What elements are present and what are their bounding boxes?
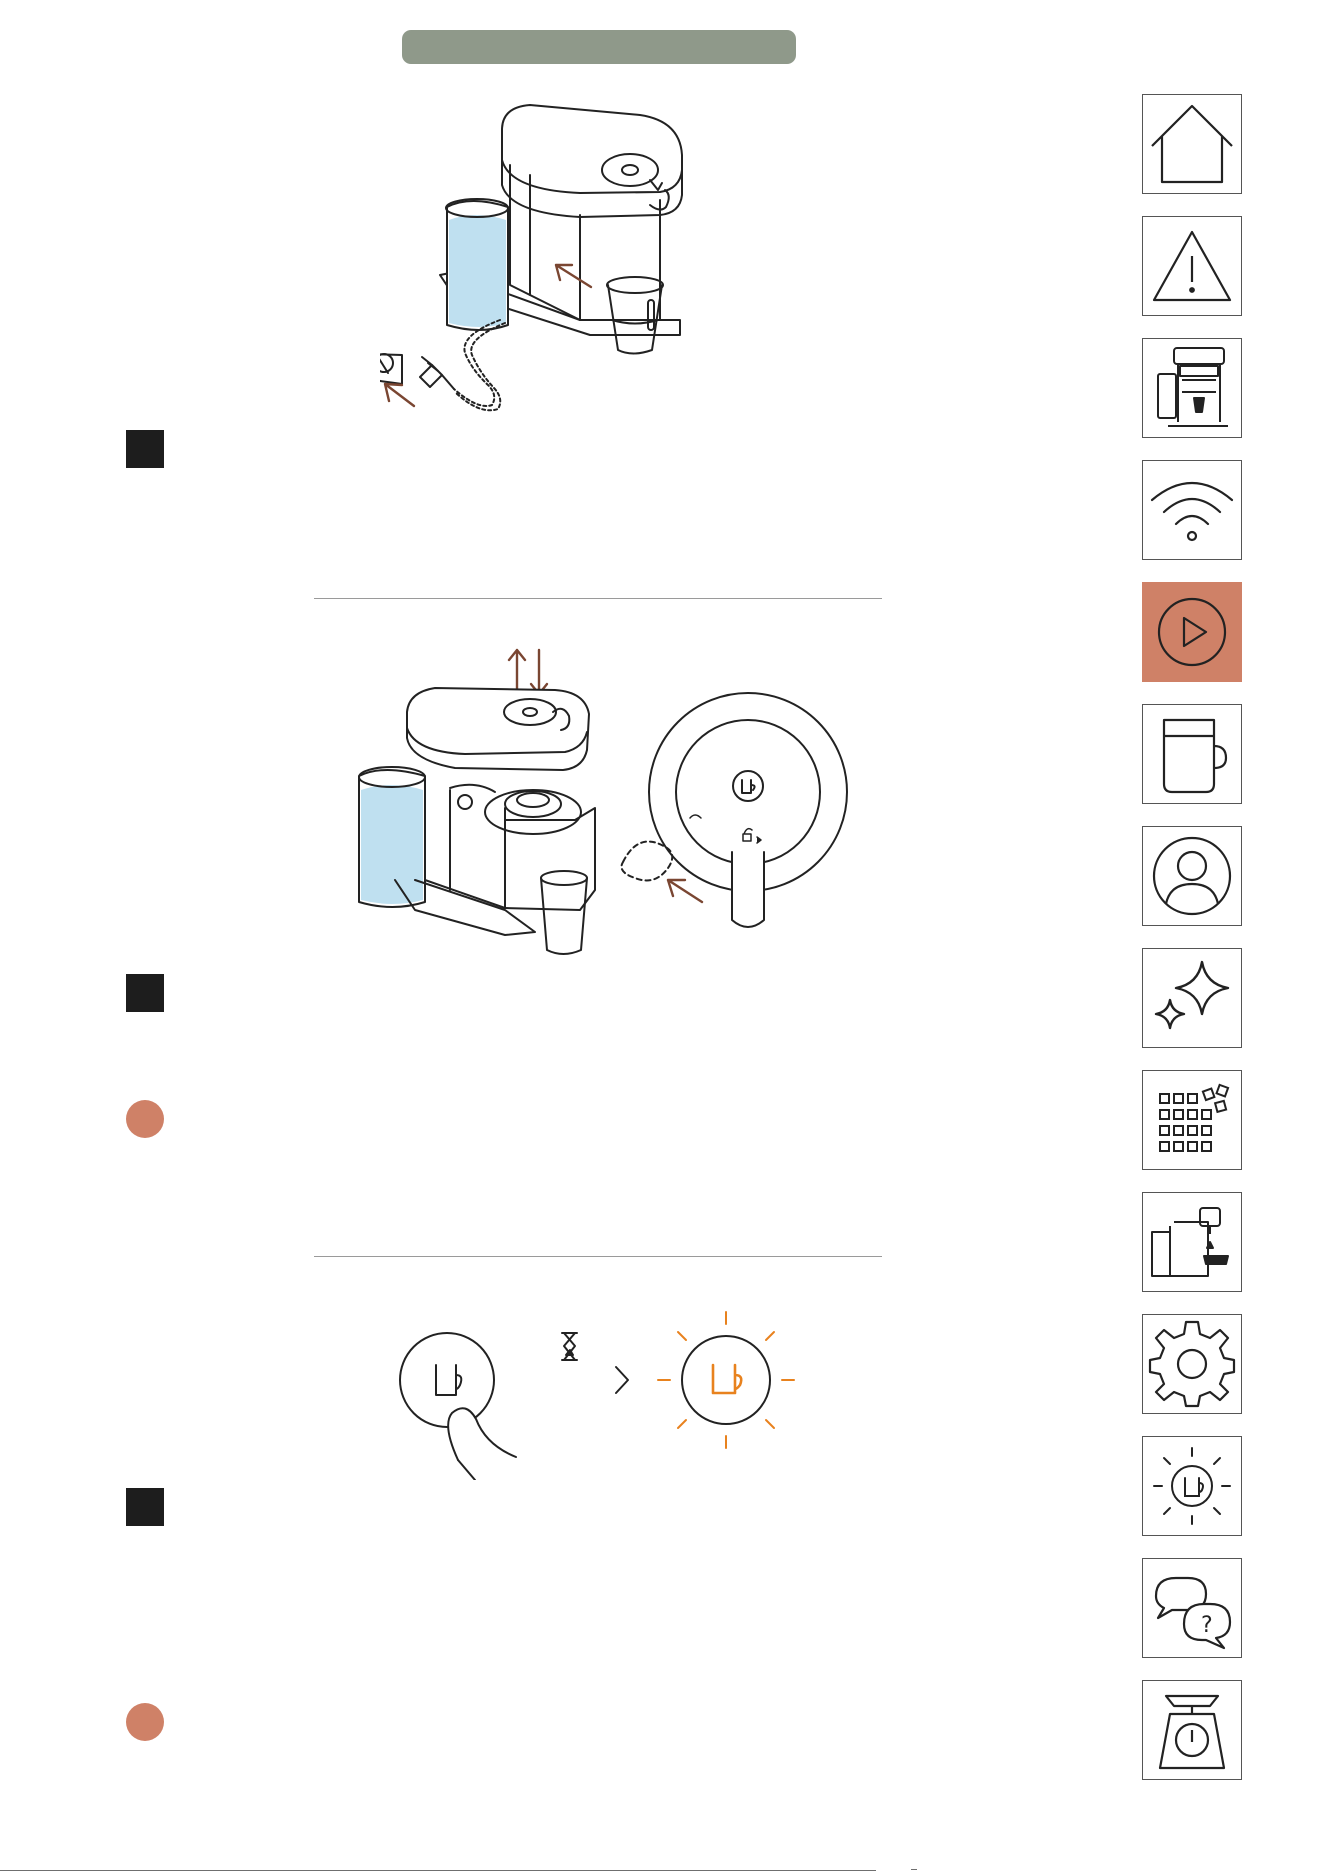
note-marker-1 <box>126 1100 164 1138</box>
machine-icon <box>1157 347 1228 427</box>
mug-icon <box>1162 718 1228 794</box>
section-divider-1 <box>314 598 882 599</box>
note-marker-2 <box>126 1703 164 1741</box>
brew-button-icon <box>1153 1447 1231 1525</box>
nav-machine-overview[interactable] <box>1142 338 1242 438</box>
nav-coffee-preparation[interactable] <box>1142 704 1242 804</box>
nav-safety[interactable] <box>1142 216 1242 316</box>
footer-tick <box>911 1869 917 1870</box>
nav-home[interactable] <box>1142 94 1242 194</box>
faq-icon: ? <box>1154 1576 1232 1650</box>
nav-cleaning[interactable] <box>1142 948 1242 1048</box>
capsule-grid-icon <box>1159 1083 1230 1152</box>
footer-rule <box>0 1870 876 1871</box>
warning-icon <box>1152 230 1232 302</box>
gear-icon <box>1148 1320 1236 1408</box>
descaling-icon <box>1151 1207 1229 1277</box>
sparkle-icon <box>1154 960 1230 1030</box>
section-divider-2 <box>314 1256 882 1257</box>
nav-faq[interactable]: ? <box>1142 1558 1242 1658</box>
nav-user-settings[interactable] <box>1142 826 1242 926</box>
step-marker-3 <box>126 1488 164 1526</box>
nav-settings[interactable] <box>1142 1314 1242 1414</box>
section-title-bar <box>402 30 796 64</box>
home-icon <box>1151 104 1233 184</box>
step-marker-2 <box>126 974 164 1012</box>
nav-descaling[interactable] <box>1142 1192 1242 1292</box>
wifi-icon <box>1150 481 1234 542</box>
step-marker-1 <box>126 430 164 468</box>
nav-connectivity[interactable] <box>1142 460 1242 560</box>
setup-illustration <box>380 104 683 412</box>
nav-specifications[interactable] <box>1142 1680 1242 1780</box>
brew-button-illustration <box>399 1311 795 1480</box>
nav-first-use[interactable] <box>1142 582 1242 682</box>
open-head-illustration <box>358 648 848 955</box>
play-icon <box>1157 597 1227 667</box>
nav-capsules[interactable] <box>1142 1070 1242 1170</box>
svg-text:?: ? <box>1201 1613 1213 1638</box>
user-icon <box>1152 836 1232 916</box>
nav-brew-button[interactable] <box>1142 1436 1242 1536</box>
scale-icon <box>1158 1694 1226 1770</box>
